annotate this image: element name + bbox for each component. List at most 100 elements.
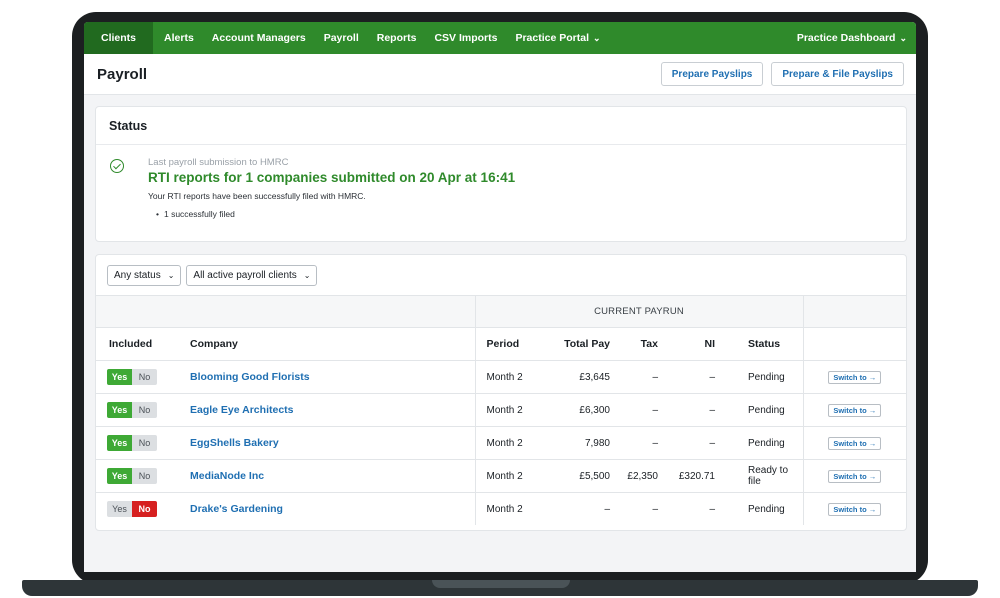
switch-to-button[interactable]: Switch to → [828, 502, 882, 516]
included-toggle[interactable]: Yes No [107, 501, 157, 517]
status-cell: Pending [718, 426, 804, 460]
chevron-down-icon: ⌄ [899, 32, 907, 43]
toggle-yes[interactable]: Yes [107, 468, 132, 484]
tax-cell: – [610, 426, 658, 460]
period-cell: Month 2 [474, 459, 540, 493]
period-cell: Month 2 [474, 426, 540, 460]
period-cell: Month 2 [474, 360, 540, 394]
group-spacer [96, 296, 475, 328]
included-toggle[interactable]: Yes No [107, 435, 157, 451]
status-filter-value: Any status [114, 269, 161, 281]
nav-practice-dashboard-label: Practice Dashboard [796, 32, 896, 44]
toggle-no[interactable]: No [132, 501, 157, 517]
column-header-row: Included Company Period Total Pay Tax NI… [96, 327, 906, 361]
status-bullet: 1 successfully filed [156, 209, 235, 219]
status-cell: Pending [718, 360, 804, 394]
status-headline: RTI reports for 1 companies submitted on… [148, 170, 516, 185]
ni-cell: – [658, 426, 718, 460]
nav-practice-dashboard[interactable]: Practice Dashboard ⌄ [788, 22, 916, 54]
payroll-table: CURRENT PAYRUN Included Company Period T… [96, 296, 906, 525]
status-title: Status [96, 107, 906, 145]
nav-account-managers[interactable]: Account Managers [203, 22, 315, 54]
period-cell: Month 2 [474, 393, 540, 427]
company-link[interactable]: MediaNode Inc [178, 459, 475, 493]
col-included: Included [96, 327, 178, 361]
app-screen: Clients Alerts Account Managers Payroll … [84, 22, 916, 572]
company-link[interactable]: Blooming Good Florists [178, 360, 475, 394]
chevron-down-icon: ⌄ [593, 32, 601, 43]
included-toggle[interactable]: Yes No [107, 468, 157, 484]
table-row: Yes No Drake's Gardening Month 2 – – – Pe… [96, 492, 906, 526]
included-toggle[interactable]: Yes No [107, 402, 157, 418]
status-subtitle: Last payroll submission to HMRC [148, 157, 289, 168]
total-pay-cell: £3,645 [540, 360, 610, 394]
nav-reports[interactable]: Reports [368, 22, 426, 54]
clients-filter-select[interactable]: All active payroll clients ⌄ [186, 264, 318, 286]
status-card: Status Last payroll submission to HMRC R… [95, 106, 907, 242]
chevron-down-icon: ⌄ [303, 270, 311, 280]
filters-bar: Any status ⌄ All active payroll clients … [96, 255, 906, 296]
clients-filter-value: All active payroll clients [193, 269, 297, 281]
total-pay-cell: 7,980 [540, 426, 610, 460]
ni-cell: – [658, 360, 718, 394]
group-spacer [803, 296, 906, 328]
company-link[interactable]: EggShells Bakery [178, 426, 475, 460]
toggle-yes[interactable]: Yes [107, 435, 132, 451]
col-status: Status [718, 327, 804, 361]
col-actions [802, 327, 906, 361]
status-filter-select[interactable]: Any status ⌄ [107, 264, 182, 286]
toggle-yes[interactable]: Yes [107, 501, 132, 517]
tax-cell: – [610, 360, 658, 394]
status-cell: Pending [718, 393, 804, 427]
toggle-yes[interactable]: Yes [107, 369, 132, 385]
status-body: Your RTI reports have been successfully … [148, 191, 366, 201]
tax-cell: – [652, 503, 658, 515]
total-pay-cell: £6,300 [540, 393, 610, 427]
col-tax: Tax [610, 327, 658, 361]
total-pay-cell: – [604, 503, 610, 515]
switch-to-button[interactable]: Switch to → [828, 403, 882, 417]
tax-cell: – [610, 393, 658, 427]
ni-cell: £320.71 [658, 459, 718, 493]
period-cell: Month 2 [474, 492, 540, 525]
toggle-no[interactable]: No [132, 369, 157, 385]
page-title: Payroll [97, 65, 148, 83]
nav-clients[interactable]: Clients [84, 22, 154, 54]
col-company: Company [178, 327, 475, 361]
ni-cell: – [709, 503, 715, 515]
nav-alerts[interactable]: Alerts [155, 22, 203, 54]
table-row: Yes No EggShells Bakery Month 2 7,980 – –… [96, 426, 906, 460]
nav-csv-imports[interactable]: CSV Imports [425, 22, 506, 54]
chevron-down-icon: ⌄ [167, 270, 175, 280]
current-payrun-label: CURRENT PAYRUN [474, 296, 804, 328]
nav-practice-portal[interactable]: Practice Portal ⌄ [506, 22, 609, 54]
table-row: Yes No Eagle Eye Architects Month 2 £6,30… [96, 393, 906, 427]
payroll-table-card: Any status ⌄ All active payroll clients … [95, 254, 907, 531]
table-row: Yes No MediaNode Inc Month 2 £5,500 £2,35… [96, 459, 906, 493]
toggle-no[interactable]: No [132, 402, 157, 418]
group-header-row: CURRENT PAYRUN [96, 296, 906, 328]
nav-payroll[interactable]: Payroll [315, 22, 368, 54]
switch-to-button[interactable]: Switch to → [828, 436, 882, 450]
toggle-no[interactable]: No [132, 435, 157, 451]
toggle-yes[interactable]: Yes [107, 402, 132, 418]
laptop-notch [432, 580, 570, 588]
company-link[interactable]: Eagle Eye Architects [178, 393, 475, 427]
check-circle-icon [110, 159, 124, 173]
status-cell: Pending [748, 503, 785, 515]
status-cell: Ready to file [718, 459, 804, 493]
company-link[interactable]: Drake's Gardening [178, 493, 475, 526]
included-toggle[interactable]: Yes No [107, 369, 157, 385]
nav-practice-portal-label: Practice Portal [515, 32, 589, 44]
col-period: Period [474, 327, 540, 361]
top-nav: Clients Alerts Account Managers Payroll … [84, 22, 916, 54]
col-ni: NI [658, 327, 718, 361]
prepare-file-payslips-button[interactable]: Prepare & File Payslips [771, 62, 904, 86]
prepare-payslips-button[interactable]: Prepare Payslips [660, 62, 764, 86]
switch-to-button[interactable]: Switch to → [828, 469, 882, 483]
tax-cell: £2,350 [610, 459, 658, 493]
ni-cell: – [658, 393, 718, 427]
switch-to-button[interactable]: Switch to → [828, 370, 882, 384]
col-total-pay: Total Pay [540, 327, 610, 361]
toggle-no[interactable]: No [132, 468, 157, 484]
